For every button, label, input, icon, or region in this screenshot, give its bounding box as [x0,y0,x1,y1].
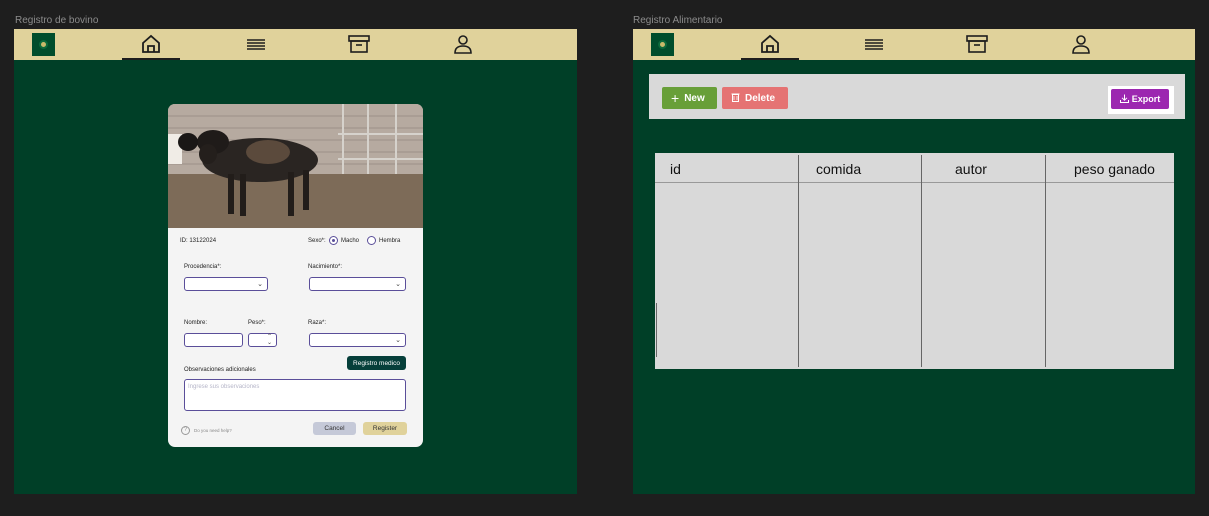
sexo-label: Sexo*: [308,238,326,244]
delete-button[interactable]: Delete [722,87,788,109]
column-header-id[interactable]: id [670,161,681,177]
logo[interactable] [651,33,674,56]
export-button-label: Export [1131,94,1161,104]
archive-icon[interactable] [348,34,370,54]
chevron-down-icon: ⌄ [257,280,263,288]
radio-hembra-label: Hembra [379,238,401,244]
procedencia-select[interactable]: ⌄ [184,277,268,291]
column-header-comida[interactable]: comida [816,161,861,177]
nacimiento-label: Nacimiento*: [308,264,343,270]
observaciones-placeholder: Ingrese sus observaciones [188,384,260,390]
navbar [633,29,1195,60]
home-icon[interactable] [759,34,781,54]
new-button[interactable]: + New [662,87,717,109]
radio-macho[interactable] [329,236,338,245]
menu-lines-icon[interactable] [245,34,267,54]
frame-label-registro-alimentario: Registro Alimentario [633,15,723,26]
export-button-wrapper: Export [1108,86,1174,114]
frame-label-registro-bovino: Registro de bovino [15,15,99,26]
trash-icon [731,92,740,105]
delete-button-label: Delete [745,92,776,104]
menu-lines-icon[interactable] [863,34,885,54]
registro-bovino-frame: ID: 13122024 Sexo*: Macho Hembra Procede… [14,29,577,494]
column-divider [656,303,657,357]
nombre-label: Nombre: [184,320,208,326]
column-header-peso-ganado[interactable]: peso ganado [1074,161,1155,177]
column-divider [798,155,799,367]
user-icon[interactable] [1070,34,1092,54]
bovine-photo [168,104,423,228]
peso-stepper[interactable]: ⌃ ⌄ [248,333,277,347]
archive-icon[interactable] [966,34,988,54]
column-divider [1045,155,1046,367]
observaciones-label: Observaciones adicionales [184,367,256,373]
logo[interactable] [32,33,55,56]
nacimiento-select[interactable]: ⌄ [309,277,406,291]
data-table: id comida autor peso ganado [655,153,1174,369]
chevron-down-icon: ⌄ [395,280,401,288]
peso-label: Peso*: [248,320,266,326]
raza-select[interactable]: ⌄ [309,333,406,347]
help-text[interactable]: Do you need help? [194,428,232,433]
observaciones-textarea[interactable]: Ingrese sus observaciones [184,379,406,411]
nav-active-indicator [741,58,799,60]
registro-bovino-card: ID: 13122024 Sexo*: Macho Hembra Procede… [168,104,423,447]
stepper-icon: ⌃ ⌄ [266,333,272,346]
chevron-down-icon: ⌄ [395,336,401,344]
toolbar: + New Delete Export [649,74,1185,119]
home-icon[interactable] [140,34,162,54]
download-icon [1119,94,1129,105]
logo-emblem-icon [658,40,667,49]
new-button-label: New [684,92,705,104]
register-button[interactable]: Register [363,422,407,435]
procedencia-label: Procedencia*: [184,264,222,270]
radio-macho-label: Macho [341,238,360,244]
raza-label: Raza*: [308,320,327,326]
id-label: ID: 13122024 [180,238,217,244]
navbar [14,29,577,60]
registro-alimentario-frame: + New Delete Export id comida autor peso… [633,29,1195,494]
logo-emblem-icon [39,40,48,49]
column-header-autor[interactable]: autor [955,161,987,177]
user-icon[interactable] [452,34,474,54]
export-button[interactable]: Export [1111,89,1169,109]
radio-hembra[interactable] [367,236,376,245]
nombre-input[interactable] [184,333,243,347]
nav-active-indicator [122,58,180,60]
help-icon[interactable]: ? [181,426,190,435]
plus-icon: + [671,90,680,106]
header-divider [655,182,1174,183]
cancel-button[interactable]: Cancel [313,422,356,435]
column-divider [921,155,922,367]
registro-medico-button[interactable]: Registro medico [347,356,406,370]
